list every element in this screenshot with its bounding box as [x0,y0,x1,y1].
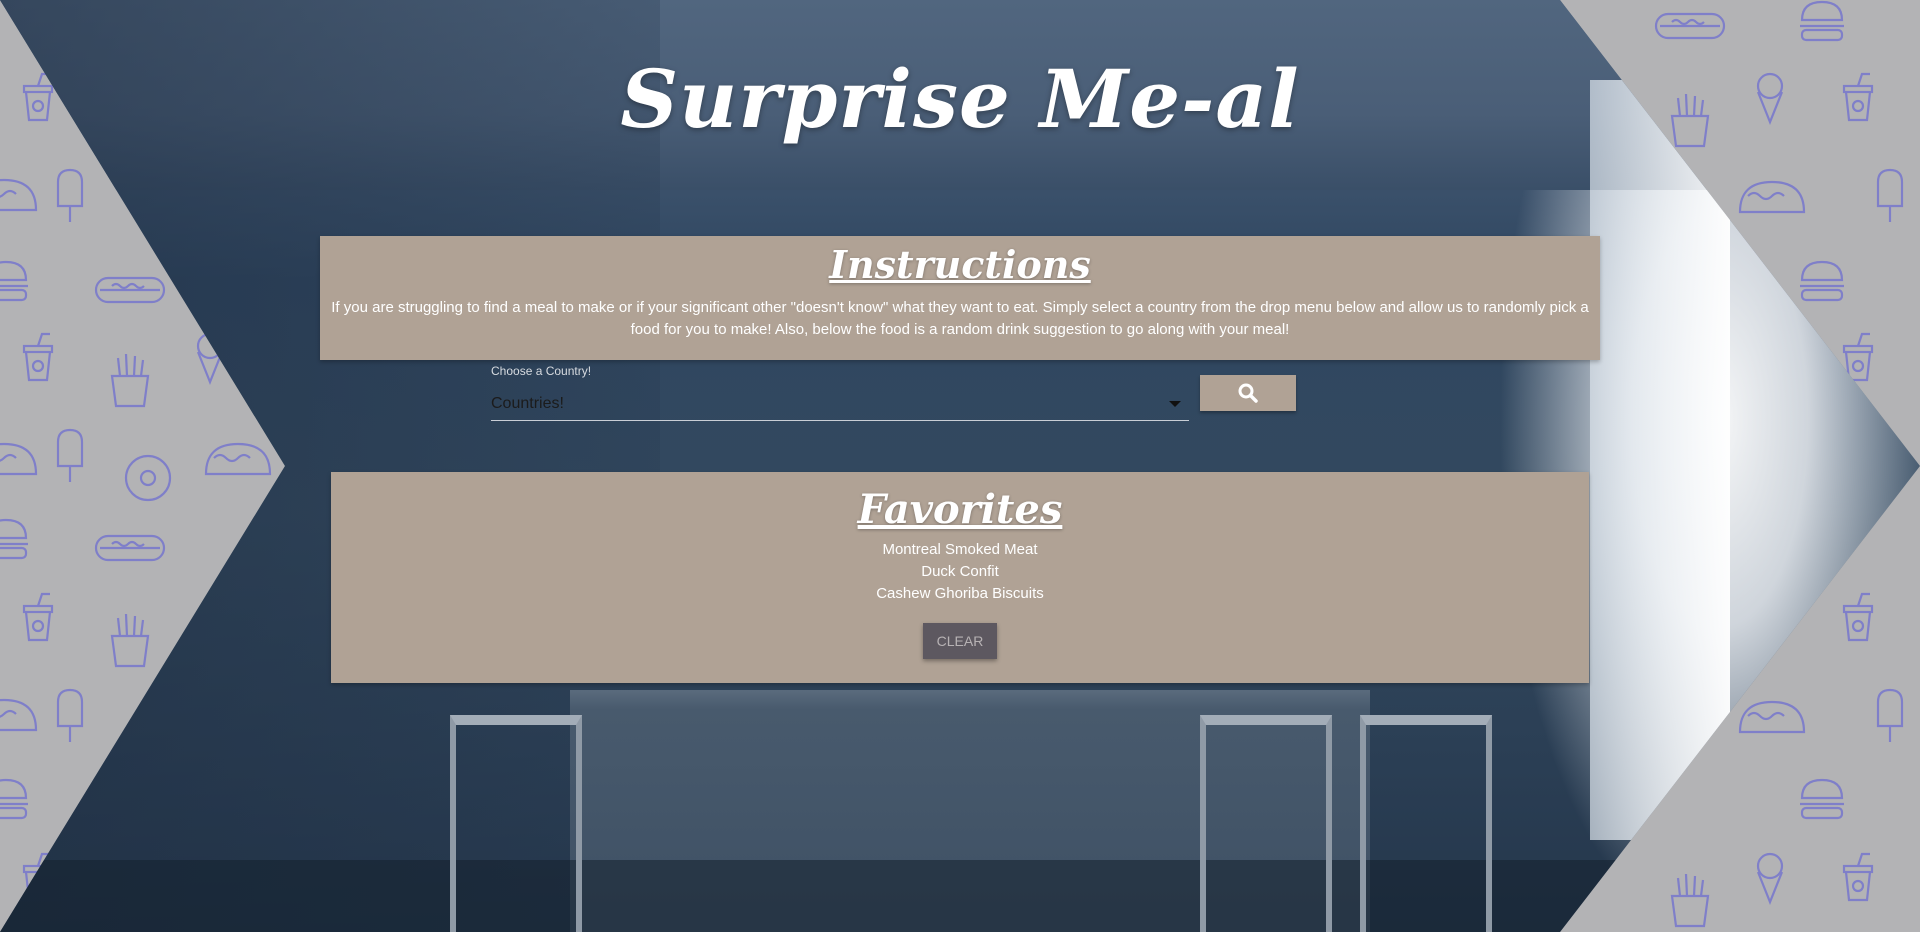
page-background: Surprise Me-al Instructions If you are s… [0,0,1920,932]
instructions-heading: Instructions [829,242,1091,287]
country-search-row: Choose a Country! Countries! [491,362,1297,422]
page-title: Surprise Me-al [620,52,1300,146]
dropdown-caret-icon [1169,401,1181,407]
favorites-panel: Favorites Montreal Smoked Meat Duck Conf… [331,472,1589,683]
search-button[interactable] [1200,375,1296,411]
search-icon [1238,383,1258,403]
favorite-item[interactable]: Montreal Smoked Meat [331,539,1589,561]
bar-stool [450,715,582,932]
clear-favorites-button[interactable]: CLEAR [923,623,997,659]
instructions-panel: Instructions If you are struggling to fi… [320,236,1600,360]
favorite-item[interactable]: Cashew Ghoriba Biscuits [331,583,1589,605]
bar-stool [1360,715,1492,932]
instructions-text: If you are struggling to find a meal to … [331,299,1589,338]
country-select[interactable]: Countries! [491,388,1189,421]
favorites-list: Montreal Smoked Meat Duck Confit Cashew … [331,539,1589,605]
favorites-heading: Favorites [857,486,1063,533]
favorite-item[interactable]: Duck Confit [331,561,1589,583]
country-select-value: Countries! [491,395,564,412]
kitchen-window [1590,80,1730,840]
country-select-label: Choose a Country! [491,364,592,378]
bar-stool [1200,715,1332,932]
